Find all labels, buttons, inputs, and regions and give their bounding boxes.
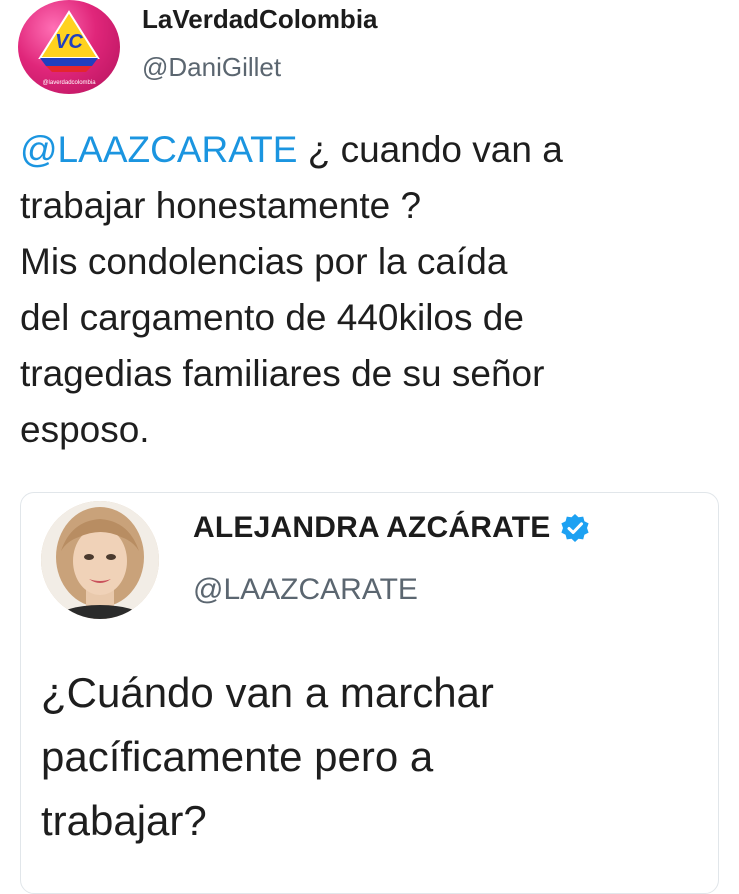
tweet-text-line-1: @LAAZCARATE ¿ cuando van a	[20, 122, 720, 178]
mention-link[interactable]: @LAAZCARATE	[20, 129, 297, 170]
tweet-text-line-2: trabajar honestamente ?	[20, 185, 422, 226]
svg-text:@laverdadcolombia: @laverdadcolombia	[42, 80, 96, 86]
quoted-text-line-3: trabajar?	[41, 797, 207, 844]
svg-text:VC: VC	[55, 31, 83, 53]
quoted-text-line-1: ¿Cuándo van a marchar	[41, 669, 494, 716]
verified-check-icon	[561, 514, 590, 542]
tweet-text-line-4: del cargamento de 440kilos de	[20, 297, 524, 338]
author-name[interactable]: LaVerdadColombia	[142, 4, 378, 35]
quoted-author-handle[interactable]: @LAAZCARATE	[193, 573, 418, 607]
tweet-text: @LAAZCARATE ¿ cuando van a trabajar hone…	[20, 122, 720, 458]
quoted-author-name[interactable]: ALEJANDRA AZCÁRATE	[193, 511, 550, 545]
quoted-author-avatar[interactable]	[41, 501, 159, 619]
quoted-text-line-2: pacíficamente pero a	[41, 733, 434, 780]
profile-photo-icon	[41, 501, 159, 619]
tweet-text-line-1-rest: ¿ cuando van a	[297, 129, 563, 170]
laverdadcolombia-logo-icon: VC @laverdadcolombia	[38, 10, 100, 86]
quoted-tweet-card[interactable]: ALEJANDRA AZCÁRATE @LAAZCARATE ¿Cuándo v…	[20, 492, 719, 894]
quoted-tweet-text: ¿Cuándo van a marchar pacíficamente pero…	[41, 661, 711, 853]
quoted-author-name-row: ALEJANDRA AZCÁRATE	[193, 511, 590, 545]
tweet-text-line-6: esposo.	[20, 409, 150, 450]
author-avatar[interactable]: VC @laverdadcolombia	[18, 0, 120, 94]
tweet-text-line-5: tragedias familiares de su señor	[20, 353, 545, 394]
tweet-text-line-3: Mis condolencias por la caída	[20, 241, 508, 282]
author-handle[interactable]: @DaniGillet	[142, 52, 281, 83]
